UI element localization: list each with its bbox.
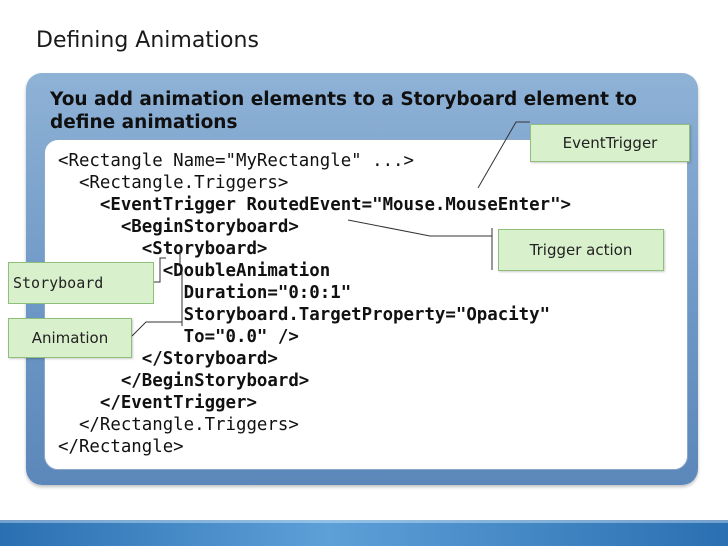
callout-event-trigger: EventTrigger xyxy=(530,124,690,162)
code-line-14: </Rectangle> xyxy=(58,437,184,457)
callout-animation: Animation xyxy=(8,318,132,358)
code-line-4: <BeginStoryboard> xyxy=(58,217,299,237)
code-line-3: <EventTrigger RoutedEvent="Mouse.MouseEn… xyxy=(58,195,572,215)
code-line-13: </Rectangle.Triggers> xyxy=(58,415,299,435)
code-line-11: </BeginStoryboard> xyxy=(58,371,310,391)
footer-band xyxy=(0,520,728,546)
code-line-1: <Rectangle Name="MyRectangle" ...> xyxy=(58,151,414,171)
code-line-5: <Storyboard> xyxy=(58,239,268,259)
callout-storyboard: Storyboard xyxy=(8,262,154,304)
code-line-2: <Rectangle.Triggers> xyxy=(58,173,289,193)
callout-trigger-action: Trigger action xyxy=(498,229,664,271)
code-line-12: </EventTrigger> xyxy=(58,393,257,413)
slide-title: Defining Animations xyxy=(36,28,259,53)
